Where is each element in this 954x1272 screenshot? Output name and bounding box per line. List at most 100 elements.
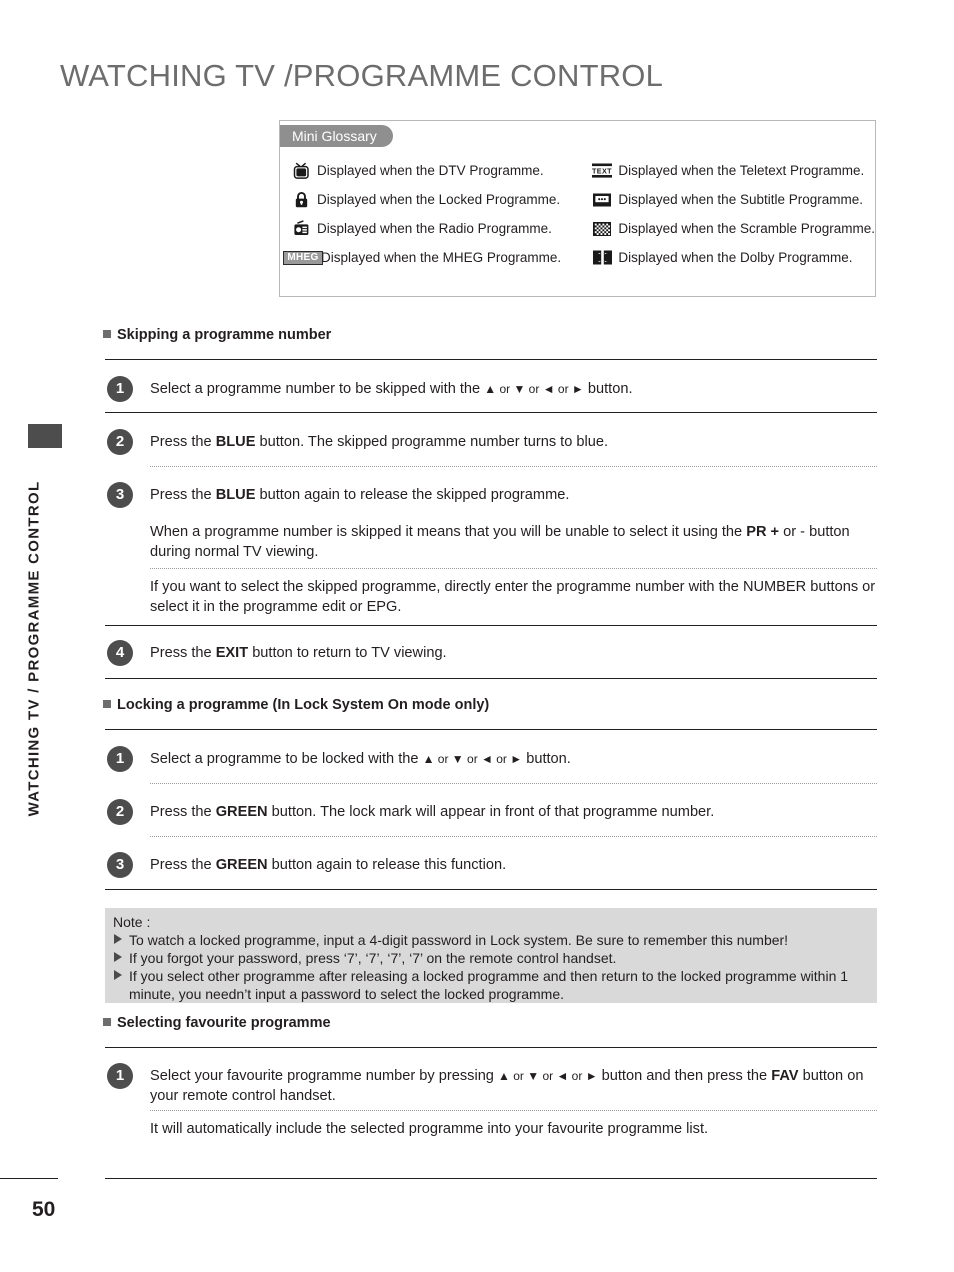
step-number-badge: 2 [107, 799, 133, 825]
step-text-emphasis: BLUE [215, 434, 256, 450]
divider [105, 678, 877, 679]
step-text: Press the BLUE button again to release t… [150, 485, 878, 505]
divider [105, 359, 877, 360]
triangle-bullet-icon [114, 970, 122, 980]
step-text-part: Press the [150, 434, 216, 450]
glossary-row-label: Displayed when the Locked Programme. [317, 192, 561, 207]
step-text-part: button. [583, 381, 633, 397]
footer-rule-left [0, 1178, 58, 1179]
divider-dotted [150, 836, 877, 837]
step-text: Press the GREEN button again to release … [150, 855, 878, 875]
page-title: WATCHING TV /PROGRAMME CONTROL [60, 58, 664, 93]
subtitle-icon [586, 192, 618, 208]
bullet-square-icon [103, 700, 111, 708]
teletext-icon: TEXT [586, 162, 618, 180]
step-text: Press the EXIT button to return to TV vi… [150, 643, 878, 663]
section-heading-locking: Locking a programme (In Lock System On m… [103, 697, 489, 713]
section-heading-label: Locking a programme (In Lock System On m… [117, 697, 490, 713]
step-text-part: or [496, 382, 514, 396]
step-text-part: button. The lock mark will appear in fro… [267, 804, 715, 820]
step-number-badge: 1 [107, 1063, 133, 1089]
arrow-up-icon: ▲ [422, 752, 435, 766]
glossary-row: Displayed when the Radio Programme. [285, 214, 573, 243]
step-number-badge: 1 [107, 746, 133, 772]
step-number-badge: 1 [107, 376, 133, 402]
radio-icon [285, 220, 317, 237]
step-text-part: button and then press the [597, 1068, 772, 1084]
step-number-badge: 2 [107, 429, 133, 455]
note-item: To watch a locked programme, input a 4-d… [113, 931, 869, 949]
step-text-part: or [509, 1069, 528, 1083]
divider [105, 412, 877, 413]
lock-icon [285, 191, 317, 209]
step-text-emphasis: BLUE [215, 487, 256, 503]
page-number: 50 [32, 1198, 56, 1221]
note-box: Note : To watch a locked programme, inpu… [105, 908, 877, 1003]
step-text-emphasis: GREEN [215, 857, 268, 873]
mini-glossary-right-column: TEXT Displayed when the Teletext Program… [573, 156, 875, 272]
step-text-part: Press the [150, 645, 216, 661]
mini-glossary-columns: Displayed when the DTV Programme. Displa… [280, 156, 875, 272]
glossary-row: TEXT Displayed when the Teletext Program… [586, 156, 875, 185]
bullet-square-icon [103, 330, 111, 338]
step-text: Press the GREEN button. The lock mark wi… [150, 802, 878, 822]
step-text-part: button again to release the skipped prog… [255, 487, 570, 503]
note-item-label: If you forgot your password, press ‘7’, … [129, 950, 617, 966]
glossary-row-label: Displayed when the Teletext Programme. [618, 163, 865, 178]
divider-dotted [150, 783, 877, 784]
step-text-part: button to return to TV viewing. [248, 645, 447, 661]
divider-dotted [150, 1110, 877, 1111]
step-text-part: or [434, 752, 452, 766]
glossary-row: Displayed when the Locked Programme. [285, 185, 573, 214]
step-text-part: button. [522, 751, 571, 767]
divider [105, 1047, 877, 1048]
step-text-part: Select your favourite programme number b… [150, 1068, 498, 1084]
step-text-part: or [554, 382, 572, 396]
note-item-label: To watch a locked programme, input a 4-d… [129, 932, 789, 948]
divider-dotted [150, 466, 877, 467]
triangle-bullet-icon [114, 934, 122, 944]
mini-glossary-left-column: Displayed when the DTV Programme. Displa… [280, 156, 573, 272]
bullet-square-icon [103, 1018, 111, 1026]
step-number-badge: 3 [107, 852, 133, 878]
step-paragraph: If you want to select the skipped progra… [150, 579, 876, 615]
section-heading-skipping: Skipping a programme number [103, 327, 331, 343]
mheg-icon: MHEG [283, 250, 323, 265]
footer-rule-right [105, 1178, 877, 1179]
glossary-row: Displayed when the Scramble Programme. [586, 214, 875, 243]
arrow-left-icon: ◄ [542, 382, 555, 396]
step-text: Press the BLUE button. The skipped progr… [150, 432, 878, 452]
svg-text:TEXT: TEXT [592, 166, 612, 175]
step-text-emphasis: GREEN [215, 804, 268, 820]
note-item-label: If you select other programme after rele… [129, 968, 849, 1002]
step-text: Select a programme number to be skipped … [150, 379, 878, 399]
arrow-right-icon: ► [510, 752, 523, 766]
step-text-part: or [492, 752, 511, 766]
arrow-down-icon: ▼ [451, 752, 464, 766]
mheg-icon-label: MHEG [283, 250, 323, 265]
step-text-part: Press the [150, 857, 216, 873]
step-text-emphasis: EXIT [215, 645, 249, 661]
glossary-row: Displayed when the DTV Programme. [285, 156, 573, 185]
scramble-icon [586, 221, 618, 237]
section-heading-favourite: Selecting favourite programme [103, 1015, 331, 1031]
glossary-row-label: Displayed when the DTV Programme. [317, 163, 544, 178]
divider [105, 625, 877, 626]
step-text: Select a programme to be locked with the… [150, 749, 878, 769]
step-text-part: or [463, 752, 482, 766]
glossary-row-label: Displayed when the Scramble Programme. [618, 221, 875, 236]
step-text-part: button again to release this function. [267, 857, 507, 873]
step-text-emphasis: FAV [771, 1068, 799, 1084]
glossary-row: Displayed when the Subtitle Programme. [586, 185, 875, 214]
divider [105, 729, 877, 730]
step-text: Select your favourite programme number b… [150, 1066, 878, 1106]
glossary-row-label: Displayed when the Dolby Programme. [618, 250, 853, 265]
step-paragraph: It will automatically include the select… [150, 1121, 709, 1137]
section-heading-label: Skipping a programme number [117, 327, 332, 343]
step-number-badge: 3 [107, 482, 133, 508]
note-item: If you forgot your password, press ‘7’, … [113, 949, 869, 967]
step-text-part: or [525, 382, 543, 396]
glossary-row: MHEG Displayed when the MHEG Programme. [283, 243, 573, 272]
arrow-down-icon: ▼ [513, 382, 526, 396]
note-title: Note : [113, 914, 151, 930]
